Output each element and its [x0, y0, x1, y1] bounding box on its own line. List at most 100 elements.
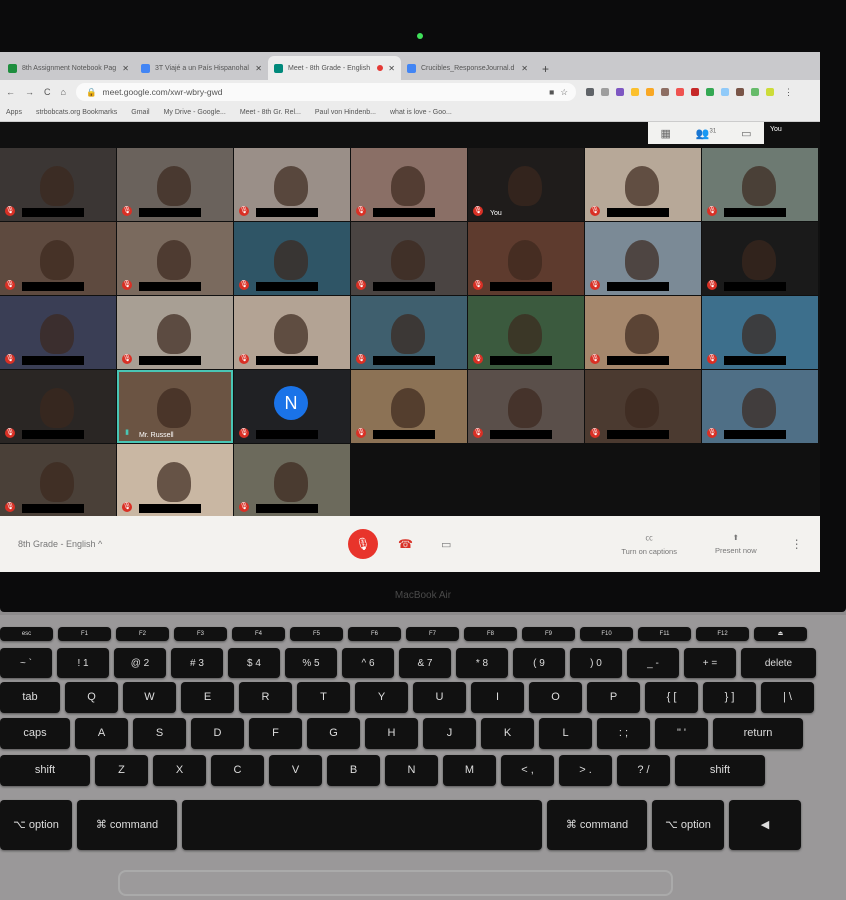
tab-close-icon[interactable]: ✕ — [521, 64, 528, 73]
meeting-details-button[interactable]: 8th Grade - English ^ — [18, 539, 348, 549]
key-esc[interactable]: esc — [0, 627, 53, 641]
key-[interactable]: | \ — [761, 682, 814, 713]
extension-icon[interactable] — [735, 88, 744, 96]
key-[interactable]: ⏏ — [754, 627, 807, 641]
key-[interactable]: ◀ — [729, 800, 801, 850]
key-6[interactable]: ^ 6 — [342, 648, 394, 678]
browser-tab[interactable]: 3T Viajé a un País Hispanohal ✕ — [135, 56, 268, 80]
participant-tile[interactable]: 🎙 — [117, 222, 233, 295]
browser-tab[interactable]: Crucibles_ResponseJournal.d ✕ — [401, 56, 534, 80]
participant-tile[interactable]: 🎙 — [0, 444, 116, 517]
key-m[interactable]: M — [443, 755, 496, 786]
extension-icon[interactable] — [660, 88, 669, 96]
participant-tile[interactable]: 🎙 — [351, 222, 467, 295]
key-1[interactable]: ! 1 — [57, 648, 109, 678]
key-c[interactable]: C — [211, 755, 264, 786]
key-q[interactable]: Q — [65, 682, 118, 713]
key-[interactable]: > . — [559, 755, 612, 786]
key-b[interactable]: B — [327, 755, 380, 786]
key-g[interactable]: G — [307, 718, 360, 749]
participant-tile[interactable]: 🎙 — [0, 370, 116, 443]
participant-tile[interactable]: 🎙 — [117, 444, 233, 517]
key-l[interactable]: L — [539, 718, 592, 749]
tab-close-icon[interactable]: ✕ — [122, 64, 129, 73]
key-f9[interactable]: F9 — [522, 627, 575, 641]
key-s[interactable]: S — [133, 718, 186, 749]
participant-tile[interactable]: 🎙 — [234, 296, 350, 369]
key-3[interactable]: # 3 — [171, 648, 223, 678]
key-2[interactable]: @ 2 — [114, 648, 166, 678]
key-x[interactable]: X — [153, 755, 206, 786]
participant-tile[interactable]: 🎙 — [702, 222, 818, 295]
key-shift[interactable]: shift — [675, 755, 765, 786]
key-z[interactable]: Z — [95, 755, 148, 786]
key-p[interactable]: P — [587, 682, 640, 713]
key-v[interactable]: V — [269, 755, 322, 786]
bookmark-item[interactable]: Paul von Hindenb... — [315, 109, 376, 116]
extension-icon[interactable] — [630, 88, 639, 96]
key-[interactable]: + = — [684, 648, 736, 678]
key-e[interactable]: E — [181, 682, 234, 713]
chat-icon[interactable]: ▭ — [741, 127, 751, 140]
participant-tile[interactable]: 🎙 — [585, 296, 701, 369]
camera-button[interactable]: ▭ — [441, 538, 451, 551]
key-w[interactable]: W — [123, 682, 176, 713]
extension-icon[interactable] — [750, 88, 759, 96]
key-o[interactable]: O — [529, 682, 582, 713]
key-f5[interactable]: F5 — [290, 627, 343, 641]
browser-tab[interactable]: 8th Assignment Notebook Pag ✕ — [2, 56, 135, 80]
key-t[interactable]: T — [297, 682, 350, 713]
back-icon[interactable]: ← — [6, 87, 15, 97]
participant-tile[interactable]: N 🎙 — [234, 370, 350, 443]
star-icon[interactable]: ☆ — [560, 87, 568, 98]
key-d[interactable]: D — [191, 718, 244, 749]
key-f3[interactable]: F3 — [174, 627, 227, 641]
participant-tile[interactable]: 🎙 — [234, 444, 350, 517]
extension-icon[interactable] — [705, 88, 714, 96]
participant-tile[interactable]: 🎙 — [585, 222, 701, 295]
participant-tile[interactable]: 🎙 — [585, 148, 701, 221]
participant-tile[interactable]: 🎙 — [702, 370, 818, 443]
bookmark-item[interactable]: My Drive - Google... — [164, 109, 226, 116]
browser-tab[interactable]: Meet - 8th Grade - English ✕ — [268, 56, 401, 80]
key-f[interactable]: F — [249, 718, 302, 749]
extension-icon[interactable] — [600, 88, 609, 96]
extension-icon[interactable] — [675, 88, 684, 96]
forward-icon[interactable]: → — [25, 87, 34, 97]
participant-tile[interactable]: 🎙 — [468, 370, 584, 443]
url-field[interactable]: 🔒 meet.google.com/xwr-wbry-gwd ■ ☆ — [75, 83, 576, 101]
key-option[interactable]: ⌥ option — [0, 800, 72, 850]
participant-tile[interactable]: 🎙 — [0, 296, 116, 369]
camera-icon[interactable]: ■ — [549, 87, 554, 97]
bookmark-item[interactable]: Meet - 8th Gr. Rel... — [240, 109, 301, 116]
key-[interactable]: _ - — [627, 648, 679, 678]
participant-tile[interactable]: 🎙 — [117, 296, 233, 369]
grid-icon[interactable]: ▦ — [660, 127, 670, 140]
key-f4[interactable]: F4 — [232, 627, 285, 641]
key-n[interactable]: N — [385, 755, 438, 786]
key-delete[interactable]: delete — [741, 648, 816, 678]
new-tab-button[interactable]: + — [534, 62, 557, 80]
key-space[interactable] — [182, 800, 542, 850]
key-[interactable]: : ; — [597, 718, 650, 749]
tab-close-icon[interactable]: ✕ — [255, 64, 262, 73]
bookmark-item[interactable]: Gmail — [131, 109, 149, 116]
extension-icon[interactable] — [615, 88, 624, 96]
key-tab[interactable]: tab — [0, 682, 60, 713]
extension-icon[interactable] — [765, 88, 774, 96]
key-[interactable]: " ' — [655, 718, 708, 749]
key-command[interactable]: ⌘ command — [77, 800, 177, 850]
extension-icon[interactable] — [690, 88, 699, 96]
extension-icon[interactable] — [645, 88, 654, 96]
key-f2[interactable]: F2 — [116, 627, 169, 641]
home-icon[interactable]: ⌂ — [61, 87, 66, 97]
participant-tile[interactable]: 🎙 — [0, 222, 116, 295]
key-[interactable]: ? / — [617, 755, 670, 786]
key-f6[interactable]: F6 — [348, 627, 401, 641]
key-[interactable]: ~ ` — [0, 648, 52, 678]
more-options-icon[interactable]: ⋮ — [791, 537, 803, 551]
key-j[interactable]: J — [423, 718, 476, 749]
bookmark-item[interactable]: what is love - Goo... — [390, 109, 452, 116]
key-f7[interactable]: F7 — [406, 627, 459, 641]
reload-icon[interactable]: C — [44, 87, 51, 97]
